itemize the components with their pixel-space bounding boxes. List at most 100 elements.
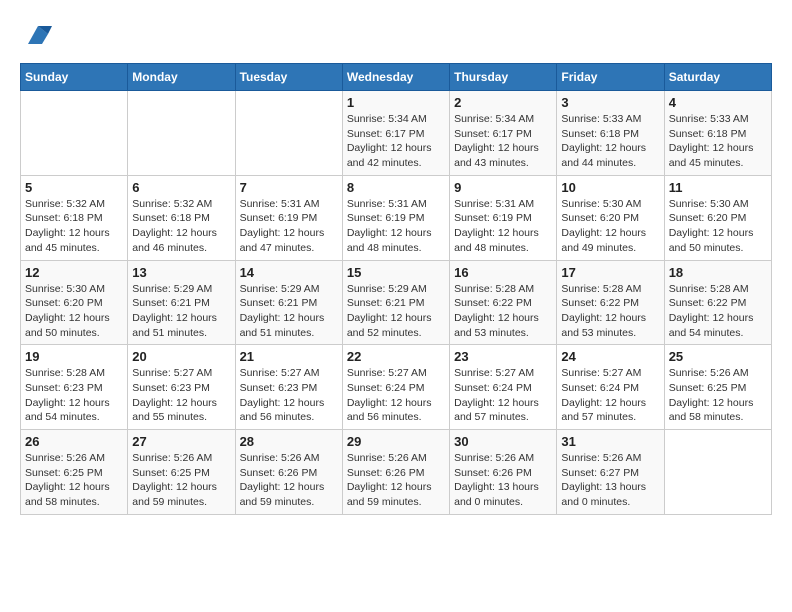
calendar-cell: 7 Sunrise: 5:31 AM Sunset: 6:19 PM Daylig… bbox=[235, 175, 342, 260]
calendar-cell: 6Sunrise: 5:32 AM Sunset: 6:18 PM Daylig… bbox=[128, 175, 235, 260]
day-number: 19 bbox=[25, 349, 123, 364]
calendar-cell: 3Sunrise: 5:33 AM Sunset: 6:18 PM Daylig… bbox=[557, 91, 664, 176]
day-number: 5 bbox=[25, 180, 123, 195]
day-number: 25 bbox=[669, 349, 767, 364]
day-info: Sunrise: 5:30 AM Sunset: 6:20 PM Dayligh… bbox=[669, 197, 767, 256]
day-info: Sunrise: 5:31 AM Sunset: 6:19 PM Dayligh… bbox=[347, 197, 445, 256]
day-info: Sunrise: 5:28 AM Sunset: 6:22 PM Dayligh… bbox=[669, 282, 767, 341]
calendar-table: SundayMondayTuesdayWednesdayThursdayFrid… bbox=[20, 63, 772, 515]
day-info: Sunrise: 5:26 AM Sunset: 6:25 PM Dayligh… bbox=[132, 451, 230, 510]
calendar-week-row: 5 Sunrise: 5:32 AM Sunset: 6:18 PM Daylig… bbox=[21, 175, 772, 260]
day-info: Sunrise: 5:26 AM Sunset: 6:25 PM Dayligh… bbox=[25, 451, 123, 510]
calendar-cell: 9 Sunrise: 5:31 AM Sunset: 6:19 PM Daylig… bbox=[450, 175, 557, 260]
day-info: Sunrise: 5:34 AM Sunset: 6:17 PM Dayligh… bbox=[347, 112, 445, 171]
day-number: 23 bbox=[454, 349, 552, 364]
day-info: Sunrise: 5:30 AM Sunset: 6:20 PM Dayligh… bbox=[561, 197, 659, 256]
day-number: 14 bbox=[240, 265, 338, 280]
calendar-week-row: 12Sunrise: 5:30 AM Sunset: 6:20 PM Dayli… bbox=[21, 260, 772, 345]
day-number: 27 bbox=[132, 434, 230, 449]
day-info: Sunrise: 5:26 AM Sunset: 6:26 PM Dayligh… bbox=[347, 451, 445, 510]
day-number: 9 bbox=[454, 180, 552, 195]
weekday-header-row: SundayMondayTuesdayWednesdayThursdayFrid… bbox=[21, 64, 772, 91]
day-number: 6 bbox=[132, 180, 230, 195]
weekday-header-monday: Monday bbox=[128, 64, 235, 91]
calendar-cell: 19 Sunrise: 5:28 AM Sunset: 6:23 PM Dayli… bbox=[21, 345, 128, 430]
calendar-cell: 22Sunrise: 5:27 AM Sunset: 6:24 PM Dayli… bbox=[342, 345, 449, 430]
calendar-cell: 12Sunrise: 5:30 AM Sunset: 6:20 PM Dayli… bbox=[21, 260, 128, 345]
day-info: Sunrise: 5:26 AM Sunset: 6:26 PM Dayligh… bbox=[240, 451, 338, 510]
calendar-cell bbox=[664, 430, 771, 515]
calendar-cell: 15 Sunrise: 5:29 AM Sunset: 6:21 PM Dayli… bbox=[342, 260, 449, 345]
day-number: 24 bbox=[561, 349, 659, 364]
calendar-cell bbox=[21, 91, 128, 176]
day-number: 4 bbox=[669, 95, 767, 110]
day-number: 26 bbox=[25, 434, 123, 449]
day-number: 17 bbox=[561, 265, 659, 280]
day-info: Sunrise: 5:29 AM Sunset: 6:21 PM Dayligh… bbox=[132, 282, 230, 341]
calendar-cell: 5 Sunrise: 5:32 AM Sunset: 6:18 PM Daylig… bbox=[21, 175, 128, 260]
day-info: Sunrise: 5:32 AM Sunset: 6:18 PM Dayligh… bbox=[25, 197, 123, 256]
day-number: 18 bbox=[669, 265, 767, 280]
page-header bbox=[20, 20, 772, 53]
day-info: Sunrise: 5:29 AM Sunset: 6:21 PM Dayligh… bbox=[240, 282, 338, 341]
day-info: Sunrise: 5:31 AM Sunset: 6:19 PM Dayligh… bbox=[454, 197, 552, 256]
calendar-cell: 10 Sunrise: 5:30 AM Sunset: 6:20 PM Dayli… bbox=[557, 175, 664, 260]
day-info: Sunrise: 5:29 AM Sunset: 6:21 PM Dayligh… bbox=[347, 282, 445, 341]
calendar-cell: 21 Sunrise: 5:27 AM Sunset: 6:23 PM Dayli… bbox=[235, 345, 342, 430]
day-info: Sunrise: 5:27 AM Sunset: 6:24 PM Dayligh… bbox=[454, 366, 552, 425]
day-number: 2 bbox=[454, 95, 552, 110]
day-info: Sunrise: 5:26 AM Sunset: 6:26 PM Dayligh… bbox=[454, 451, 552, 510]
day-info: Sunrise: 5:28 AM Sunset: 6:22 PM Dayligh… bbox=[561, 282, 659, 341]
day-info: Sunrise: 5:27 AM Sunset: 6:24 PM Dayligh… bbox=[561, 366, 659, 425]
calendar-cell: 28 Sunrise: 5:26 AM Sunset: 6:26 PM Dayli… bbox=[235, 430, 342, 515]
calendar-cell bbox=[128, 91, 235, 176]
day-info: Sunrise: 5:31 AM Sunset: 6:19 PM Dayligh… bbox=[240, 197, 338, 256]
day-info: Sunrise: 5:33 AM Sunset: 6:18 PM Dayligh… bbox=[561, 112, 659, 171]
day-number: 7 bbox=[240, 180, 338, 195]
day-number: 13 bbox=[132, 265, 230, 280]
calendar-cell: 27 Sunrise: 5:26 AM Sunset: 6:25 PM Dayli… bbox=[128, 430, 235, 515]
weekday-header-friday: Friday bbox=[557, 64, 664, 91]
calendar-cell: 20 Sunrise: 5:27 AM Sunset: 6:23 PM Dayli… bbox=[128, 345, 235, 430]
day-number: 10 bbox=[561, 180, 659, 195]
day-number: 8 bbox=[347, 180, 445, 195]
calendar-week-row: 1 Sunrise: 5:34 AM Sunset: 6:17 PM Daylig… bbox=[21, 91, 772, 176]
day-number: 21 bbox=[240, 349, 338, 364]
day-info: Sunrise: 5:34 AM Sunset: 6:17 PM Dayligh… bbox=[454, 112, 552, 171]
calendar-cell: 1 Sunrise: 5:34 AM Sunset: 6:17 PM Daylig… bbox=[342, 91, 449, 176]
calendar-cell: 17 Sunrise: 5:28 AM Sunset: 6:22 PM Dayli… bbox=[557, 260, 664, 345]
calendar-week-row: 19 Sunrise: 5:28 AM Sunset: 6:23 PM Dayli… bbox=[21, 345, 772, 430]
calendar-cell: 16 Sunrise: 5:28 AM Sunset: 6:22 PM Dayli… bbox=[450, 260, 557, 345]
day-info: Sunrise: 5:30 AM Sunset: 6:20 PM Dayligh… bbox=[25, 282, 123, 341]
calendar-cell: 25 Sunrise: 5:26 AM Sunset: 6:25 PM Dayli… bbox=[664, 345, 771, 430]
day-number: 15 bbox=[347, 265, 445, 280]
calendar-cell: 30 Sunrise: 5:26 AM Sunset: 6:26 PM Dayli… bbox=[450, 430, 557, 515]
weekday-header-wednesday: Wednesday bbox=[342, 64, 449, 91]
calendar-cell: 4Sunrise: 5:33 AM Sunset: 6:18 PM Daylig… bbox=[664, 91, 771, 176]
calendar-cell: 8 Sunrise: 5:31 AM Sunset: 6:19 PM Daylig… bbox=[342, 175, 449, 260]
day-info: Sunrise: 5:27 AM Sunset: 6:23 PM Dayligh… bbox=[132, 366, 230, 425]
day-info: Sunrise: 5:27 AM Sunset: 6:23 PM Dayligh… bbox=[240, 366, 338, 425]
logo bbox=[20, 20, 52, 53]
day-info: Sunrise: 5:26 AM Sunset: 6:25 PM Dayligh… bbox=[669, 366, 767, 425]
day-number: 28 bbox=[240, 434, 338, 449]
weekday-header-thursday: Thursday bbox=[450, 64, 557, 91]
day-number: 31 bbox=[561, 434, 659, 449]
day-number: 22 bbox=[347, 349, 445, 364]
calendar-cell: 29 Sunrise: 5:26 AM Sunset: 6:26 PM Dayli… bbox=[342, 430, 449, 515]
calendar-cell: 2 Sunrise: 5:34 AM Sunset: 6:17 PM Daylig… bbox=[450, 91, 557, 176]
logo-icon bbox=[24, 20, 52, 48]
calendar-cell: 24 Sunrise: 5:27 AM Sunset: 6:24 PM Dayli… bbox=[557, 345, 664, 430]
calendar-week-row: 26 Sunrise: 5:26 AM Sunset: 6:25 PM Dayli… bbox=[21, 430, 772, 515]
day-info: Sunrise: 5:26 AM Sunset: 6:27 PM Dayligh… bbox=[561, 451, 659, 510]
day-number: 16 bbox=[454, 265, 552, 280]
day-info: Sunrise: 5:28 AM Sunset: 6:23 PM Dayligh… bbox=[25, 366, 123, 425]
day-info: Sunrise: 5:28 AM Sunset: 6:22 PM Dayligh… bbox=[454, 282, 552, 341]
day-number: 29 bbox=[347, 434, 445, 449]
day-number: 20 bbox=[132, 349, 230, 364]
weekday-header-saturday: Saturday bbox=[664, 64, 771, 91]
logo-text bbox=[20, 20, 52, 53]
day-number: 1 bbox=[347, 95, 445, 110]
day-number: 30 bbox=[454, 434, 552, 449]
calendar-cell: 13 Sunrise: 5:29 AM Sunset: 6:21 PM Dayli… bbox=[128, 260, 235, 345]
